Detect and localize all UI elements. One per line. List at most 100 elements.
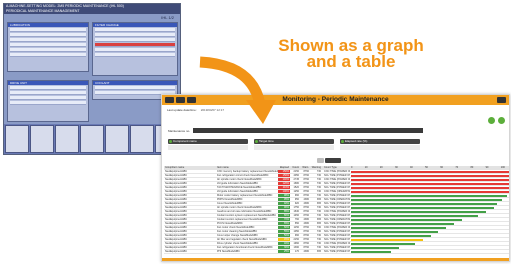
- cell-warn: 8760: [303, 190, 309, 193]
- cell-alarm: 730: [316, 190, 321, 193]
- cell-pct: 85%: [278, 210, 290, 213]
- cell-count: 960: [294, 194, 299, 197]
- cell-alarm: 730: [316, 178, 321, 181]
- softkey[interactable]: [30, 125, 54, 153]
- cell-name: PHI NewsModeMBC: [217, 250, 240, 253]
- caption-line-2: and a table: [306, 52, 396, 71]
- cell-count: 920: [294, 202, 299, 205]
- cell-warn: 4380: [303, 222, 309, 225]
- cell-group: NewEquipmentABC: [165, 198, 188, 201]
- cell-warn: 4380: [303, 250, 309, 253]
- softkey[interactable]: [130, 125, 154, 153]
- cell-pct: 70%: [278, 218, 290, 221]
- softkey[interactable]: [80, 125, 104, 153]
- cell-name: PDPS NewsModeMBC: [217, 198, 243, 201]
- cell-pct: 95%: [278, 198, 290, 201]
- refresh-icon[interactable]: [488, 117, 495, 124]
- filter-elapsed-rate: Elapsed rate (%): [340, 139, 420, 151]
- view-toggle-graph[interactable]: [325, 158, 341, 163]
- cell-pct: 80%: [278, 214, 290, 217]
- softkey[interactable]: [55, 125, 79, 153]
- legacy-softkeys: [4, 124, 180, 154]
- cell-pct: 150%: [278, 170, 290, 173]
- cell-group: NewEquipmentABC: [165, 218, 188, 221]
- cell-warn: 8760: [303, 174, 309, 177]
- maintenance-select[interactable]: [193, 128, 424, 133]
- legacy-row: [10, 28, 86, 32]
- filter-label: Elapsed rate (%): [340, 139, 420, 144]
- filter-input[interactable]: [340, 145, 420, 150]
- elapsed-bar: [351, 195, 507, 197]
- window-button[interactable]: [497, 97, 506, 103]
- cell-warn: 8760: [303, 194, 309, 197]
- legacy-row: [10, 101, 86, 105]
- cell-group: NewEquipmentABC: [165, 190, 188, 193]
- settings-icon[interactable]: [498, 117, 505, 124]
- cell-bar: [350, 222, 509, 225]
- legacy-row: [10, 48, 86, 52]
- filter-input[interactable]: [254, 145, 334, 150]
- legacy-panel-drive: DRIVE UNIT: [7, 80, 89, 122]
- cell-name: CNC memory backup battery replacement Ne…: [217, 170, 278, 173]
- cell-alarm: 730: [316, 246, 321, 249]
- cell-count: 2150: [293, 238, 299, 241]
- cell-alarm: 730: [316, 234, 321, 237]
- elapsed-bar: [351, 239, 423, 241]
- cell-alarm: 730: [316, 170, 321, 173]
- maintenance-table: Group/item name Item name Elapsed rate C…: [164, 166, 509, 258]
- elapsed-bar: [351, 227, 447, 229]
- filter-target-time: Target time: [254, 139, 334, 151]
- cell-name: Gearbox and oil case lubrication NewsMod…: [217, 210, 272, 213]
- footer-bar: [162, 258, 509, 261]
- cell-warn: 4380: [303, 202, 309, 205]
- cell-warn: 8760: [303, 206, 309, 209]
- legacy-row: [95, 28, 175, 32]
- cell-count: 170: [294, 250, 299, 253]
- elapsed-bar: [351, 171, 509, 173]
- cell-type: NCL TIME (POWER ON): [324, 174, 350, 177]
- cell-group: NewEquipmentABC: [165, 194, 188, 197]
- cell-group: NewEquipmentABC: [165, 182, 188, 185]
- cell-warn: 8760: [303, 210, 309, 213]
- cell-count: 1520: [293, 186, 299, 189]
- cell-pct: 92%: [278, 202, 290, 205]
- cell-count: 1960: [293, 242, 299, 245]
- filter-component: Component name: [168, 139, 248, 151]
- cell-warn: 8760: [303, 242, 309, 245]
- cell-group: NewEquipmentABC: [165, 230, 188, 233]
- cell-bar: [350, 186, 509, 189]
- filter-label: Component name: [168, 139, 248, 144]
- cell-pct: 140%: [278, 178, 290, 181]
- legacy-row-alert: [95, 43, 175, 47]
- cell-type: NCL TIME (OPERATING): [324, 218, 350, 221]
- cell-group: NewEquipmentABC: [165, 170, 188, 173]
- cell-group: NewEquipmentABC: [165, 186, 188, 189]
- cell-pct: 100%: [278, 190, 290, 193]
- legacy-panel-title: DRIVE UNIT: [8, 81, 88, 85]
- softkey[interactable]: [105, 125, 129, 153]
- cell-group: NewEquipmentABC: [165, 202, 188, 205]
- cell-pct: 45%: [278, 238, 290, 241]
- legacy-row: [10, 96, 86, 100]
- cell-name: PCCS NewsModeMBC: [217, 222, 243, 225]
- table-row[interactable]: NewEquipmentABC PHI NewsModeMBC 25% 170 4380…: [164, 250, 509, 254]
- view-toggle-table[interactable]: [317, 158, 324, 163]
- cell-type: NCL TIME (POWER ON): [324, 238, 350, 241]
- legacy-title-bar: A-MACHINE-SETTING MODEL: 2M5 PERIODIC MA…: [4, 4, 180, 14]
- cell-count: 1390: [293, 246, 299, 249]
- elapsed-bar: [351, 235, 431, 237]
- cell-group: NewEquipmentABC: [165, 246, 188, 249]
- legacy-row: [10, 38, 86, 42]
- elapsed-bar: [351, 175, 509, 177]
- cell-pct: 90%: [278, 206, 290, 209]
- page-title: Monitoring - Periodic Maintenance: [282, 96, 389, 103]
- legacy-panel-title: COOLANT: [93, 81, 177, 85]
- cell-name: LM guide lubrication NewsModeMBC: [217, 190, 259, 193]
- legacy-row: [10, 53, 86, 57]
- softkey[interactable]: [5, 125, 29, 153]
- cell-pct: 150%: [278, 174, 290, 177]
- filter-input[interactable]: [168, 145, 248, 150]
- cell-bar: [350, 182, 509, 185]
- elapsed-bar: [351, 191, 509, 193]
- legacy-row: [10, 33, 86, 37]
